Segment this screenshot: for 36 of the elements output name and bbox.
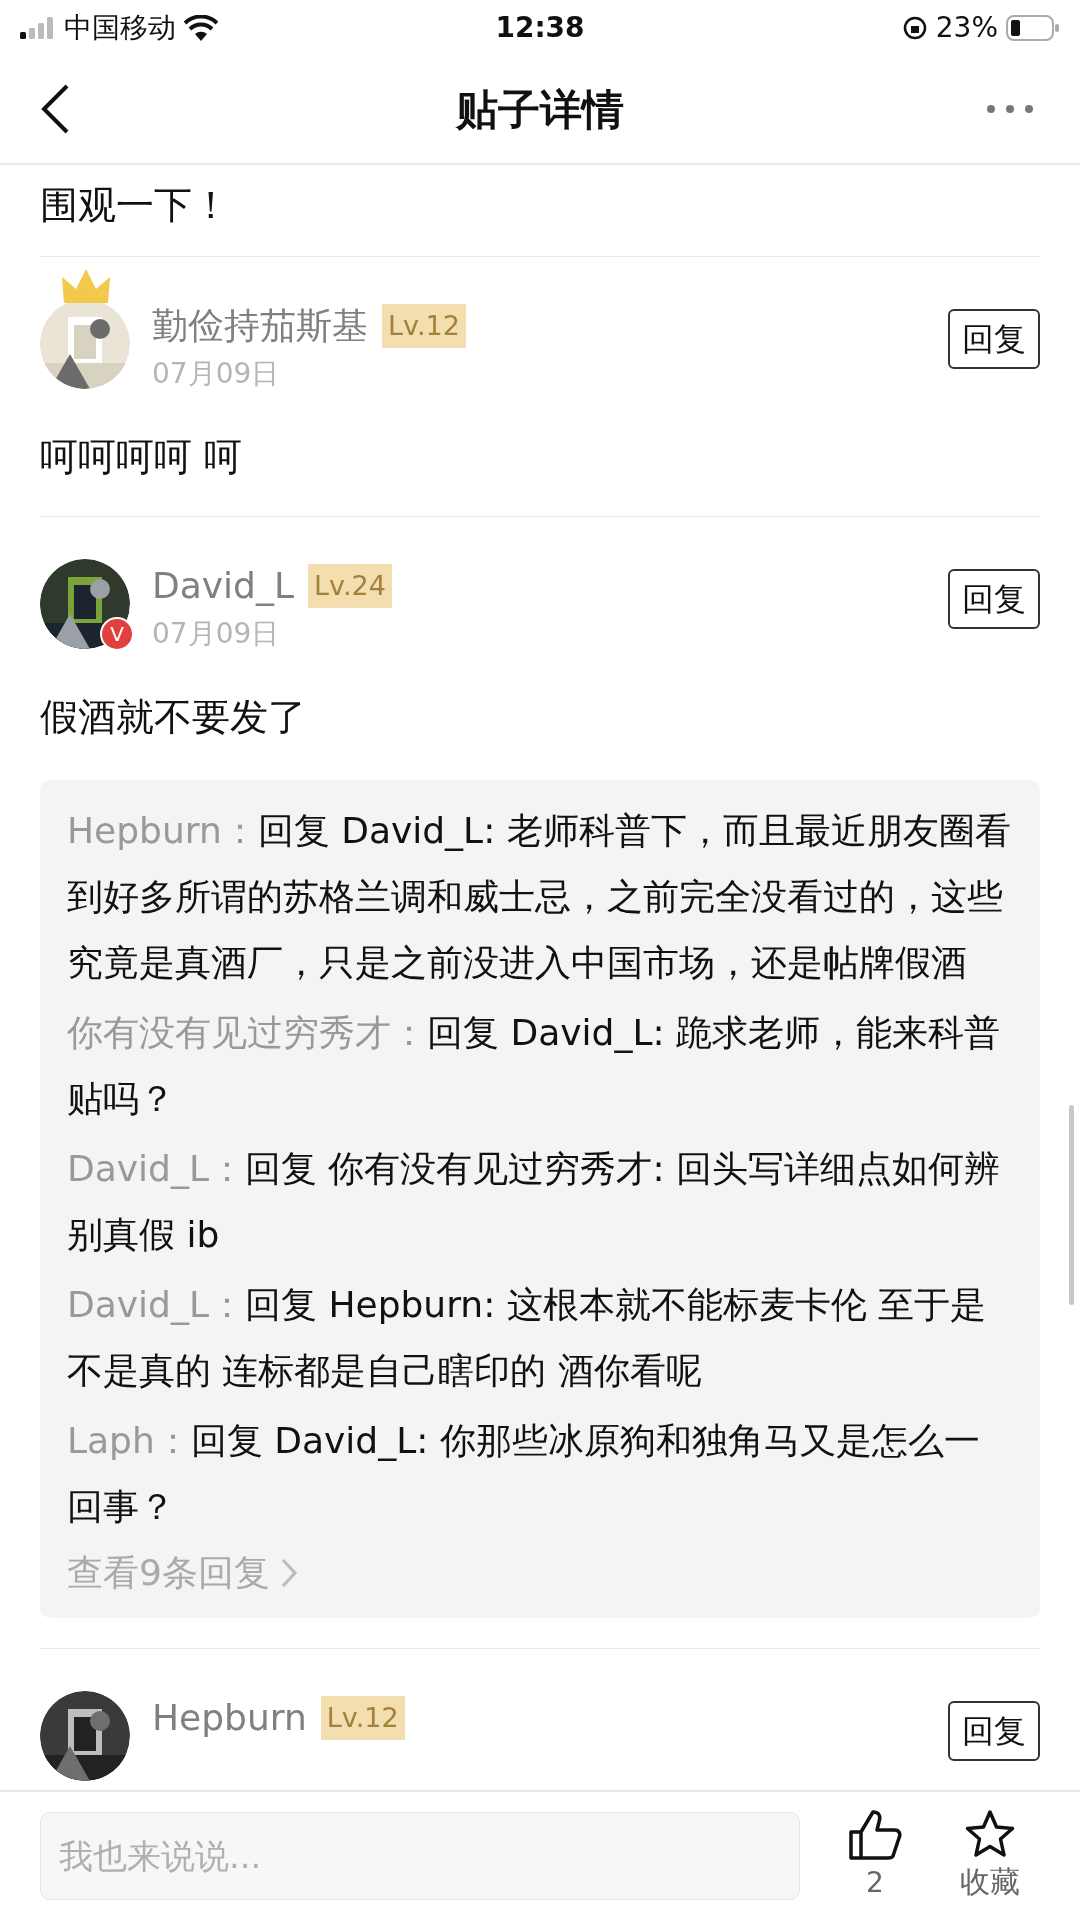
user-name: Hepburn (152, 1696, 307, 1740)
signal-icon (20, 16, 56, 39)
comment-text: 假酒就不要发了 (40, 694, 306, 741)
post-text: 围观一下！ (40, 182, 230, 229)
page-title: 贴子详情 (454, 83, 625, 136)
comment-text: 呵呵呵呵 呵 (40, 434, 243, 481)
reply-button[interactable]: 回复 (948, 569, 1040, 629)
reply-button[interactable]: 回复 (948, 309, 1040, 369)
more-icon (986, 104, 1034, 114)
thumbs-up-icon (847, 1808, 903, 1862)
user-name: David_L (152, 564, 294, 608)
carrier-name: 中国移动 (64, 9, 176, 46)
reply-comment: Hepburn：回复 David_L: 老师科普下，而且最近朋友圈看到好多所谓的苏格兰调和威士忌，之前完全没看过的，这些究竟是真酒厂，只是之前没进入中国市场，还是帖牌假酒 (67, 809, 1012, 985)
level-tag: Lv.24 (308, 563, 392, 609)
comment-date: 07月09日 (152, 356, 280, 392)
comment-input[interactable]: 我也来说说... (40, 1812, 800, 1900)
reply-button[interactable]: 回复 (948, 1701, 1040, 1761)
comment-date: 07月09日 (152, 616, 280, 652)
clock-time: 12:38 (495, 9, 585, 46)
level-tag: Lv.12 (382, 303, 466, 349)
battery-icon (1006, 14, 1060, 41)
like-button[interactable]: 2 (840, 1808, 910, 1904)
reply-comment: Laph：回复 David_L: 你那些冰原狗和独角马又是怎么一回事？ (67, 1419, 981, 1529)
reply-comment: 你有没有见过穷秀才：回复 David_L: 跪求老师，能来科普贴吗？ (67, 1011, 1001, 1121)
star-icon (964, 1808, 1016, 1859)
reply-comment: David_L：回复 你有没有见过穷秀才: 回头写详细点如何辨别真假 ib (67, 1147, 1001, 1257)
chevron-icon (279, 1557, 298, 1589)
user-name: 勤俭持茄斯基 (152, 304, 368, 348)
reply-comment: David_L：回复 Hepburn: 这根本就不能标麦卡伦 至于是不是真的 连标都是自己瞎印的 酒你看呢 (67, 1283, 988, 1393)
verified-badge: V (100, 617, 134, 651)
favorite-button[interactable]: 收藏 (950, 1808, 1030, 1904)
wifi-icon (184, 14, 218, 41)
back-icon (40, 83, 70, 135)
level-tag: Lv.12 (320, 1695, 405, 1741)
battery-percent: 23% (935, 9, 998, 46)
rotation-lock-icon (901, 14, 928, 41)
